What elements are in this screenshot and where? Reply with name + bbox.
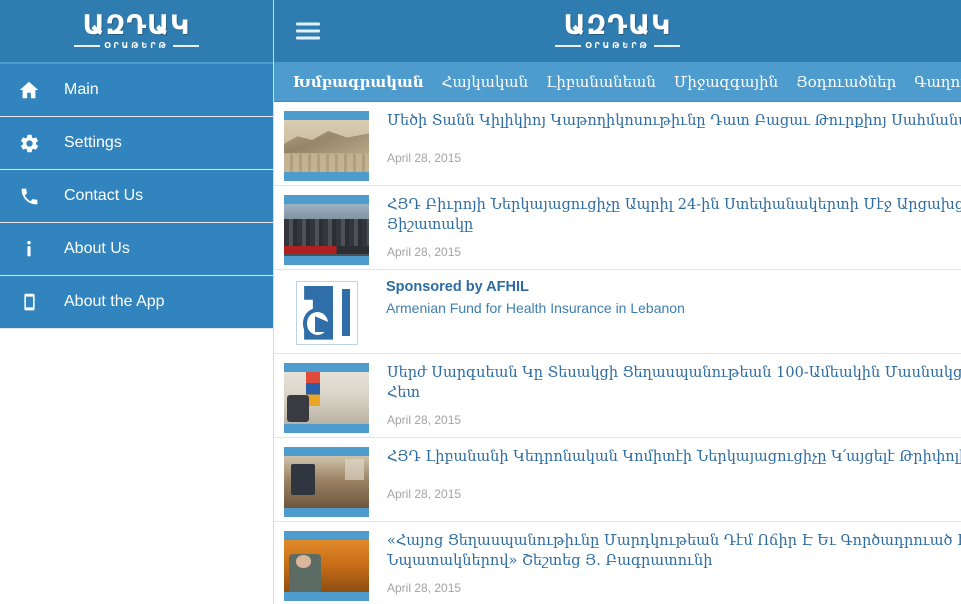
- article-thumbnail: [284, 362, 369, 433]
- thumb-letterbox-top: [284, 362, 369, 372]
- thumb-letterbox-top: [284, 446, 369, 456]
- article-title: ՀՅԴ Բիւրոյի Ներկայացուցիչը Ապրիլ 24-ին Ս…: [387, 195, 961, 235]
- logo-rule-left: [555, 44, 582, 47]
- sidebar: ԱԶԴԱԿ ՕՐԱԹԵՐԹ Main Settings Contact Us A…: [0, 0, 274, 604]
- thumb-letterbox-bottom: [284, 591, 369, 601]
- gear-icon: [14, 133, 44, 154]
- article-list-item[interactable]: ՀՅԴ Բիւրոյի Ներկայացուցիչը Ապրիլ 24-ին Ս…: [274, 186, 961, 270]
- tab-gaghutayin[interactable]: Գաղութային: [905, 64, 961, 101]
- logo-rule-left: [74, 45, 101, 47]
- sidebar-item-about-us[interactable]: About Us: [0, 223, 273, 276]
- article-title: «Հայոց Ցեղասպանութիւնը Մարդկութեան Դէմ Ո…: [387, 531, 961, 571]
- thumb-letterbox-bottom: [284, 171, 369, 181]
- hamburger-bar: [296, 22, 320, 26]
- article-date: April 28, 2015: [387, 412, 462, 427]
- article-thumbnail: [284, 110, 369, 181]
- sidebar-item-label: About Us: [64, 240, 130, 257]
- topbar-brand-subtitle: ՕՐԱԹԵՐԹ: [585, 40, 650, 50]
- article-date: April 28, 2015: [387, 150, 462, 165]
- article-date: April 28, 2015: [387, 486, 462, 501]
- article-thumbnail: [284, 194, 369, 265]
- sponsored-subtitle: Armenian Fund for Health Insurance in Le…: [386, 299, 685, 316]
- thumb-letterbox-bottom: [284, 255, 369, 265]
- article-list-item[interactable]: «Հայոց Ցեղասպանութիւնը Մարդկութեան Դէմ Ո…: [274, 522, 961, 604]
- article-title: ՀՅԴ Լիբանանի Կեդրոնական Կոմիտէի Ներկայաց…: [387, 447, 961, 467]
- office-photo: [284, 455, 369, 508]
- sidebar-item-settings[interactable]: Settings: [0, 117, 273, 170]
- article-title: Մեծի Տանն Կիլիկիոյ Կաթողիկոսութիւնը Դատ …: [387, 111, 961, 131]
- sidebar-item-main[interactable]: Main: [0, 64, 273, 117]
- article-title: Սերժ Սարգսեան Կը Տեսակցի Ցեղասպանութեան …: [387, 363, 961, 403]
- sidebar-item-label: Settings: [64, 134, 122, 151]
- sidebar-logo: ԱԶԴԱԿ ՕՐԱԹԵՐԹ: [0, 0, 273, 64]
- tab-lipananean[interactable]: Լիբանանեան: [537, 64, 665, 101]
- crowd-photo: [284, 203, 369, 256]
- sidebar-item-label: Main: [64, 81, 99, 98]
- article-title-line: ՀՅԴ Բիւրոյի Ներկայացուցիչը Ապրիլ 24-ին Ս…: [387, 196, 961, 213]
- sponsored-title: Sponsored by AFHIL: [386, 278, 529, 295]
- article-title-line: Յիշատակը: [387, 216, 474, 233]
- hamburger-icon[interactable]: [296, 22, 320, 40]
- article-list-item[interactable]: ՀՅԴ Լիբանանի Կեդրոնական Կոմիտէի Ներկայաց…: [274, 438, 961, 522]
- afhil-logo: [296, 280, 358, 345]
- logo-rule-right: [653, 44, 680, 47]
- hamburger-bar: [296, 36, 320, 40]
- sponsored-item[interactable]: Sponsored by AFHIL Armenian Fund for Hea…: [274, 270, 961, 354]
- main-content: ԱԶԴԱԿ ՕՐԱԹԵՐԹ Խմբագրական Հայկական Լիբանա…: [274, 0, 961, 604]
- info-icon: [14, 239, 44, 259]
- thumb-letterbox-bottom: [284, 423, 369, 433]
- tab-khmbagrakan[interactable]: Խմբագրական: [284, 64, 433, 101]
- article-thumbnail: [284, 446, 369, 517]
- topbar-logo: ԱԶԴԱԿ ՕՐԱԹԵՐԹ: [555, 12, 680, 50]
- logo-rule-right: [172, 45, 199, 47]
- thumb-letterbox-top: [284, 194, 369, 204]
- thumb-letterbox-top: [284, 110, 369, 120]
- sidebar-brand-name: ԱԶԴԱԿ: [82, 10, 191, 41]
- phone-icon: [14, 186, 44, 207]
- mobile-icon: [14, 291, 44, 313]
- sidebar-brand-subtitle: ՕՐԱԹԵՐԹ: [104, 41, 169, 50]
- article-title-line: Հետ: [387, 384, 421, 401]
- article-list-item[interactable]: Մեծի Տանն Կիլիկիոյ Կաթողիկոսութիւնը Դատ …: [274, 102, 961, 186]
- category-tabbar: Խմբագրական Հայկական Լիբանանեան Միջազգայի…: [274, 63, 961, 102]
- topbar: ԱԶԴԱԿ ՕՐԱԹԵՐԹ: [274, 0, 961, 64]
- afhil-mark-bar: [341, 288, 350, 337]
- article-title-line: Մեծի Տանն Կիլիկիոյ Կաթողիկոսութիւնը Դատ …: [387, 112, 961, 129]
- panel-photo: [284, 539, 369, 592]
- app-root: ԱԶԴԱԿ ՕՐԱԹԵՐԹ Main Settings Contact Us A…: [0, 0, 961, 604]
- hamburger-bar: [296, 29, 320, 33]
- tab-mijazgayin[interactable]: Միջազգային: [665, 64, 787, 101]
- sidebar-item-label: About the App: [64, 293, 165, 310]
- article-date: April 28, 2015: [387, 244, 462, 259]
- article-list: Մեծի Տանն Կիլիկիոյ Կաթողիկոսութիւնը Դատ …: [274, 101, 961, 604]
- tab-yodvatsner[interactable]: Յօդուածներ: [787, 64, 905, 101]
- tab-haykakan[interactable]: Հայկական: [433, 64, 538, 101]
- article-list-item[interactable]: Սերժ Սարգսեան Կը Տեսակցի Ցեղասպանութեան …: [274, 354, 961, 438]
- thumb-letterbox-bottom: [284, 507, 369, 517]
- topbar-brand-name: ԱԶԴԱԿ: [563, 9, 672, 41]
- article-thumbnail: [284, 530, 369, 601]
- article-title-line: ՀՅԴ Լիբանանի Կեդրոնական Կոմիտէի Ներկայաց…: [387, 448, 961, 465]
- ruins-photo: [284, 119, 369, 172]
- article-title-line: Սերժ Սարգսեան Կը Տեսակցի Ցեղասպանութեան …: [387, 364, 961, 381]
- article-date: April 28, 2015: [387, 580, 462, 595]
- meeting-photo: [284, 371, 369, 424]
- home-icon: [14, 79, 44, 101]
- thumb-letterbox-top: [284, 530, 369, 540]
- article-title-line: «Հայոց Ցեղասպանութիւնը Մարդկութեան Դէմ Ո…: [387, 532, 961, 549]
- sidebar-item-contact-us[interactable]: Contact Us: [0, 170, 273, 223]
- sidebar-menu: Main Settings Contact Us About Us About …: [0, 64, 273, 329]
- sidebar-item-about-the-app[interactable]: About the App: [0, 276, 273, 329]
- sidebar-filler: [0, 329, 273, 604]
- sidebar-item-label: Contact Us: [64, 187, 144, 204]
- article-title-line: Նպատակներով» Շեշտեց Յ. Բագրատունի: [387, 552, 713, 569]
